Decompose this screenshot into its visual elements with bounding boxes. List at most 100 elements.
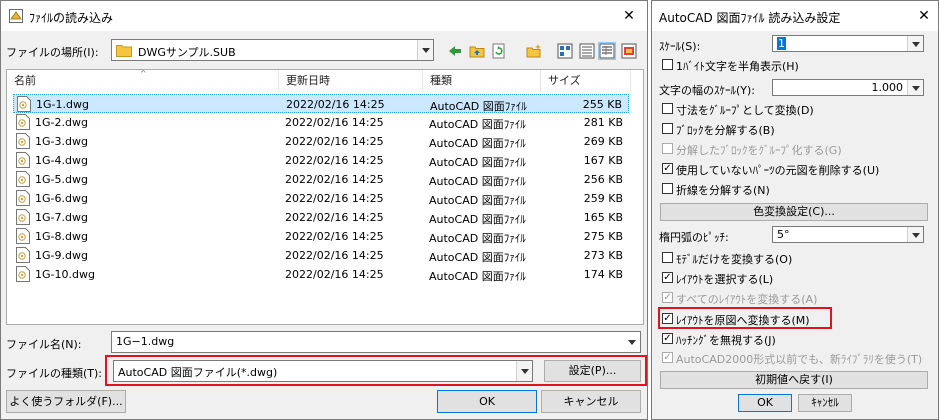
group-exploded-label: 分解したﾌﾞﾛｯｸをｸﾞﾙｰﾌﾟ化する(G) [676,144,842,157]
dwg-file-icon [16,228,30,244]
file-row[interactable]: 1G-6.dwg 2022/02/16 14:25 AutoCAD 図面ﾌｧｲﾙ 25… [13,189,629,208]
file-size: 281 KB [583,116,623,129]
ok-button[interactable]: OK [437,390,537,413]
explode-polyline-label: 折線を分解する(N) [676,184,770,197]
dim-group-checkbox[interactable] [662,103,673,114]
file-name: 1G-9.dwg [35,249,88,262]
dim-group-label: 寸法をｸﾞﾙｰﾌﾟとして変換(D) [676,104,814,117]
file-row[interactable]: 1G-9.dwg 2022/02/16 14:25 AutoCAD 図面ﾌｧｲﾙ 27… [13,246,629,265]
list-view-icon[interactable] [579,43,595,59]
file-name: 1G-3.dwg [35,135,88,148]
file-row[interactable]: 1G-5.dwg 2022/02/16 14:25 AutoCAD 図面ﾌｧｲﾙ 25… [13,170,629,189]
back-arrow-icon[interactable] [447,43,463,59]
up-folder-icon[interactable] [469,43,485,59]
file-name: 1G-5.dwg [35,173,88,186]
model-only-label: ﾓﾃﾞﾙだけを変換する(O) [676,253,793,266]
app-icon [9,9,23,23]
file-type: AutoCAD 図面ﾌｧｲﾙ [429,175,526,188]
halfwidth-checkbox[interactable] [662,59,673,70]
chevron-down-icon[interactable] [417,40,433,60]
file-row[interactable]: 1G-1.dwg 2022/02/16 14:25 AutoCAD 図面ﾌｧｲﾙ 25… [13,94,629,113]
new-library-checkbox: ✓ [662,352,673,363]
file-size: 269 KB [583,135,623,148]
scale-select[interactable]: 1 [772,35,924,52]
title-bar: ﾌｧｲﾙの読み込み ✕ [1,1,647,31]
settings-ok-button[interactable]: OK [738,394,792,412]
dwg-file-icon [16,133,30,149]
file-row[interactable]: 1G-8.dwg 2022/02/16 14:25 AutoCAD 図面ﾌｧｲﾙ 27… [13,227,629,246]
dwg-file-icon [16,266,30,282]
filename-value: 1G−1.dwg [116,335,175,348]
filename-input[interactable]: 1G−1.dwg [111,331,641,353]
file-row[interactable]: 1G-2.dwg 2022/02/16 14:25 AutoCAD 図面ﾌｧｲﾙ 28… [13,113,629,132]
dialog-title: ﾌｧｲﾙの読み込み [29,11,114,25]
chevron-down-icon[interactable] [907,227,923,242]
explode-block-checkbox[interactable] [662,123,673,134]
dwg-file-icon [16,171,30,187]
file-type: AutoCAD 図面ﾌｧｲﾙ [429,156,526,169]
file-open-dialog: ﾌｧｲﾙの読み込み ✕ ファイルの場所(I): DWGサンプル.SUB ^ 名前… [0,0,648,420]
details-view-icon[interactable] [598,42,616,60]
color-settings-button[interactable]: 色変換設定(C)... [660,203,928,221]
settings-cancel-button[interactable]: ｷｬﾝｾﾙ [798,394,852,412]
refresh-icon[interactable] [491,43,507,59]
all-layouts-label: すべてのﾚｲｱｳﾄを変換する(A) [676,293,818,306]
location-dropdown[interactable]: DWGサンプル.SUB [111,39,434,61]
ignore-hatch-checkbox[interactable]: ✓ [662,333,673,344]
file-row[interactable]: 1G-3.dwg 2022/02/16 14:25 AutoCAD 図面ﾌｧｲﾙ 26… [13,132,629,151]
file-type: AutoCAD 図面ﾌｧｲﾙ [430,100,527,113]
file-name: 1G-4.dwg [35,154,88,167]
file-date: 2022/02/16 14:25 [285,135,384,148]
folder-icon [116,43,132,57]
close-button[interactable]: ✕ [609,1,649,31]
chevron-down-icon[interactable] [907,36,923,51]
file-row[interactable]: 1G-7.dwg 2022/02/16 14:25 AutoCAD 図面ﾌｧｲﾙ 16… [13,208,629,227]
file-type: AutoCAD 図面ﾌｧｲﾙ [429,137,526,150]
file-date: 2022/02/16 14:25 [285,268,384,281]
location-label: ファイルの場所(I): [6,46,99,59]
file-row[interactable]: 1G-10.dwg 2022/02/16 14:25 AutoCAD 図面ﾌｧｲﾙ 1… [13,265,629,284]
select-layout-label: ﾚｲｱｳﾄを選択する(L) [676,273,774,286]
column-header-size[interactable]: サイズ [541,70,631,92]
all-layouts-checkbox: ✓ [662,292,673,303]
file-name: 1G-6.dwg [35,192,88,205]
select-layout-checkbox[interactable]: ✓ [662,272,673,283]
highlight-box [105,355,647,386]
file-type: AutoCAD 図面ﾌｧｲﾙ [429,194,526,207]
reset-defaults-button[interactable]: 初期値へ戻す(I) [660,371,928,389]
arc-pitch-label: 楕円弧のﾋﾟｯﾁ: [659,231,729,244]
column-header-date[interactable]: 更新日時 [279,70,423,92]
column-header-type[interactable]: 種類 [423,70,541,92]
file-size: 273 KB [583,249,623,262]
explode-polyline-checkbox[interactable] [662,183,673,194]
thumbnail-view-icon[interactable] [621,43,637,59]
settings-title-bar: AutoCAD 図面ﾌｧｲﾙ 読み込み設定 ✕ [652,1,938,31]
model-only-checkbox[interactable] [662,252,673,263]
explode-block-label: ﾌﾞﾛｯｸを分解する(B) [676,124,775,137]
file-date: 2022/02/16 14:25 [285,116,384,129]
chevron-down-icon[interactable] [624,332,640,352]
location-value: DWGサンプル.SUB [138,46,236,59]
new-library-label: AutoCAD2000形式以前でも、新ﾗｲﾌﾞﾗﾘを使う(T) [676,353,923,366]
delete-parts-checkbox[interactable]: ✓ [662,163,673,174]
file-name: 1G-1.dwg [36,98,89,111]
arc-pitch-select[interactable]: 5° [772,226,924,243]
filetype-label: ファイルの種類(T): [6,367,103,380]
cancel-button[interactable]: キャンセル [541,390,641,413]
file-row[interactable]: 1G-4.dwg 2022/02/16 14:25 AutoCAD 図面ﾌｧｲﾙ 16… [13,151,629,170]
file-list[interactable]: ^ 名前 更新日時 種類 サイズ 1G-1.dwg 2022/02/16 14:2… [6,69,644,325]
charwidth-label: 文字の幅のｽｹｰﾙ(Y): [659,84,756,97]
favorites-button[interactable]: よく使うフォルダ(F)... [6,390,126,413]
large-icons-view-icon[interactable] [557,43,573,59]
file-name: 1G-8.dwg [35,230,88,243]
chevron-down-icon[interactable] [907,80,923,95]
highlight-box [658,307,832,329]
file-name: 1G-10.dwg [35,268,95,281]
new-folder-icon[interactable] [526,43,542,59]
halfwidth-label: 1ﾊﾞｲﾄ文字を半角表示(H) [676,60,799,73]
file-size: 167 KB [583,154,623,167]
column-header-name[interactable]: 名前 [7,70,279,92]
settings-close-button[interactable]: ✕ [910,1,938,31]
file-type: AutoCAD 図面ﾌｧｲﾙ [429,118,526,131]
charwidth-select[interactable]: 1.000 [772,79,924,96]
